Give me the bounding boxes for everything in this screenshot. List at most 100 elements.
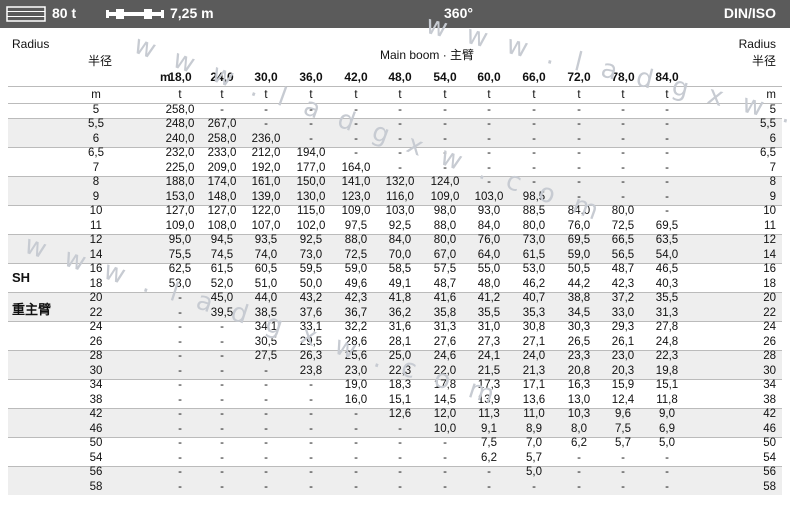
- load-cell: -: [621, 132, 625, 145]
- load-cell: 258,0: [207, 132, 237, 145]
- load-cell: 74,0: [254, 248, 278, 261]
- load-cell: 33,0: [611, 306, 635, 319]
- load-cell: 46,2: [522, 277, 546, 290]
- load-cell: -: [354, 422, 358, 435]
- boom-length-header: 60,0: [477, 70, 501, 84]
- load-cell: -: [443, 437, 447, 449]
- load-cell: 48,7: [433, 277, 457, 290]
- load-cell: 16,0: [344, 393, 368, 406]
- load-cell: -: [487, 132, 491, 145]
- load-cell: 188,0: [165, 176, 195, 188]
- load-cell: 15,1: [388, 393, 412, 406]
- load-cell: 25,0: [388, 350, 412, 362]
- load-cell: -: [264, 364, 268, 377]
- load-cell: -: [354, 408, 358, 420]
- radius-value: 56: [89, 466, 103, 478]
- load-cell: -: [220, 393, 224, 406]
- load-cell: 32,2: [344, 321, 368, 333]
- load-cell: 5,7: [615, 437, 631, 449]
- load-cell: -: [309, 118, 313, 130]
- load-cell: 88,5: [522, 205, 546, 217]
- load-cell: 27,8: [655, 321, 679, 333]
- load-cell: 28,6: [344, 335, 368, 348]
- load-cell: 21,5: [477, 364, 501, 377]
- load-cell: -: [621, 161, 625, 174]
- counterweight-icon: [6, 6, 46, 22]
- load-cell: 130,0: [296, 190, 326, 203]
- load-cell: 31,6: [388, 321, 412, 333]
- load-cell: 11,0: [523, 408, 545, 420]
- radius-value: 16: [89, 263, 103, 275]
- load-cell: -: [178, 364, 182, 377]
- load-cell: 35,8: [433, 306, 457, 319]
- load-cell: -: [398, 480, 402, 493]
- load-cell: -: [178, 306, 182, 319]
- load-cell: 17,8: [433, 379, 457, 391]
- load-cell: 109,0: [341, 205, 371, 217]
- radius-value: 5: [92, 103, 100, 116]
- load-cell: -: [264, 118, 268, 130]
- load-cell: 233,0: [207, 147, 237, 159]
- radius-value: 5,5: [88, 118, 104, 130]
- load-cell: 20,8: [567, 364, 591, 377]
- load-cell: -: [487, 176, 491, 188]
- radius-value: 6,5: [88, 147, 104, 159]
- radius-value-right: 8: [769, 176, 776, 188]
- radius-value-right: 20: [763, 292, 776, 304]
- load-cell: 102,0: [296, 219, 326, 232]
- load-cell: -: [354, 480, 358, 493]
- load-cell: 132,0: [385, 176, 415, 188]
- load-cell: 48,0: [477, 277, 501, 290]
- load-cell: 27,3: [477, 335, 501, 348]
- load-cell: 54,0: [655, 248, 679, 261]
- load-cell: 84,0: [477, 219, 501, 232]
- load-cell: -: [309, 103, 313, 116]
- load-cell: -: [577, 466, 581, 478]
- load-cell: -: [354, 103, 358, 116]
- load-cell: 33,1: [299, 321, 323, 333]
- load-cell: 38,5: [254, 306, 278, 319]
- load-cell: 148,0: [207, 190, 237, 203]
- radius-label-en: Radius: [12, 37, 50, 51]
- load-cell: 40,7: [522, 292, 546, 304]
- radius-value: 18: [89, 277, 103, 290]
- load-cell: 13,9: [477, 393, 501, 406]
- load-cell: -: [178, 451, 182, 464]
- load-cell: 64,0: [477, 248, 501, 261]
- load-cell: 52,0: [210, 277, 234, 290]
- radius-value: 30: [89, 364, 103, 377]
- load-cell: -: [577, 480, 581, 493]
- load-cell: 57,5: [433, 263, 457, 275]
- counterweight-value: 80 t: [52, 5, 77, 21]
- load-cell: 93,5: [254, 234, 278, 246]
- radius-value: 9: [92, 190, 100, 203]
- radius-value-right: 10: [763, 205, 776, 217]
- radius-value: 7: [92, 161, 100, 174]
- radius-value: 58: [89, 480, 103, 493]
- load-cell: 28,1: [388, 335, 412, 348]
- load-cell: -: [309, 393, 313, 406]
- load-cell: -: [443, 132, 447, 145]
- load-cell: -: [577, 176, 581, 188]
- load-cell: 55,0: [477, 263, 501, 275]
- load-cell: -: [178, 393, 182, 406]
- load-cell: -: [220, 103, 224, 116]
- radius-value-right: 5: [769, 103, 776, 116]
- load-cell: 42,3: [611, 277, 635, 290]
- load-cell: 22,3: [655, 350, 679, 362]
- load-cell: -: [398, 147, 402, 159]
- load-cell: 51,0: [254, 277, 278, 290]
- load-cell: 42,3: [344, 292, 368, 304]
- load-cell: 49,1: [388, 277, 412, 290]
- load-cell: t: [577, 89, 581, 101]
- radius-value: 54: [89, 451, 103, 464]
- load-cell: -: [621, 176, 625, 188]
- load-cell: 109,0: [165, 219, 195, 232]
- load-cell: 25,6: [344, 350, 368, 362]
- load-cell: 30,5: [254, 335, 278, 348]
- load-cell: 31,3: [433, 321, 457, 333]
- load-cell: 108,0: [207, 219, 237, 232]
- load-cell: 80,0: [522, 219, 546, 232]
- load-cell: 115,0: [297, 205, 325, 217]
- mode-code: SH: [12, 270, 31, 285]
